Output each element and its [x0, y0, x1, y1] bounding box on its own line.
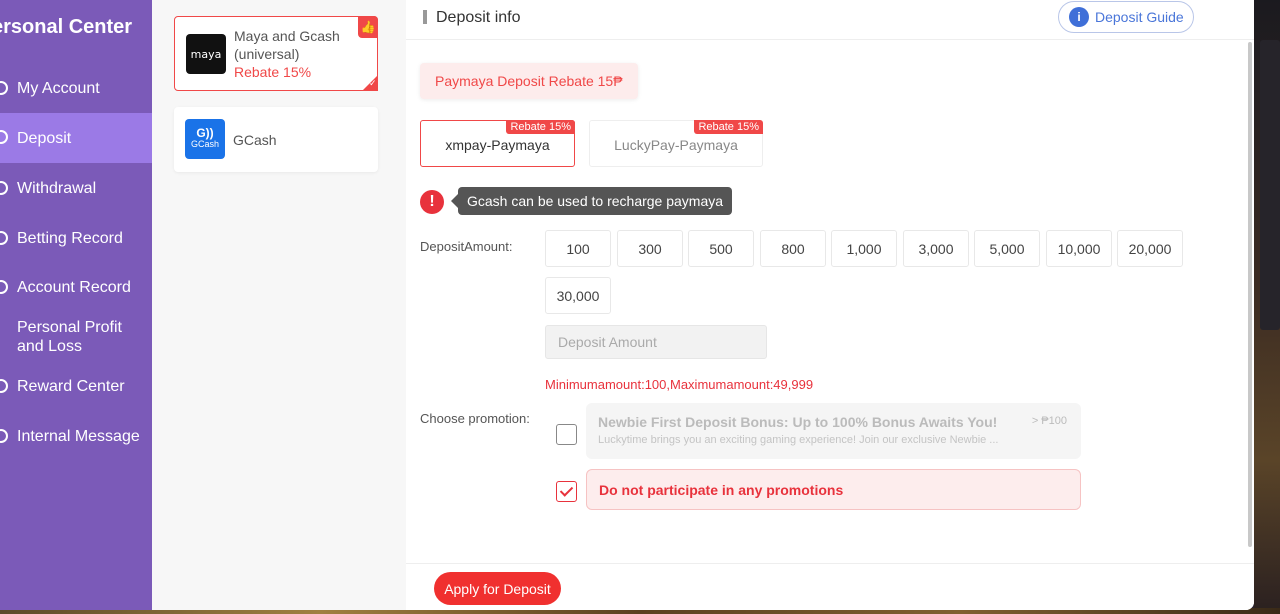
sidebar-item-label: My Account	[17, 79, 100, 97]
choose-promotion-label: Choose promotion:	[420, 411, 530, 426]
betting-icon	[0, 231, 8, 245]
sidebar-item-withdrawal[interactable]: Withdrawal	[0, 178, 152, 198]
gcash-g-icon: G))	[196, 126, 214, 140]
selected-check-icon: ✓	[362, 75, 378, 91]
sidebar-item-my-account[interactable]: My Account	[0, 78, 152, 98]
sidebar-item-profit-loss[interactable]: Personal Profit and Loss	[0, 318, 152, 358]
pay-option-xmpay[interactable]: xmpay-Paymaya Rebate 15%	[420, 120, 575, 167]
sidebar-item-label: Betting Record	[17, 229, 123, 247]
apply-deposit-button[interactable]: Apply for Deposit	[434, 572, 561, 605]
deposit-guide-button[interactable]: i Deposit Guide	[1058, 1, 1194, 33]
section-header: Deposit info i Deposit Guide	[406, 0, 1254, 40]
sidebar-item-label: Personal Profit and Loss	[17, 319, 122, 355]
amount-option[interactable]: 30,000	[545, 277, 611, 314]
amount-option[interactable]: 20,000	[1117, 230, 1183, 267]
warning-tooltip: Gcash can be used to recharge paymaya	[450, 187, 733, 215]
pay-option-luckypay[interactable]: LuckyPay-Paymaya Rebate 15%	[589, 120, 763, 167]
message-icon	[0, 429, 8, 443]
promotion-none-checkbox[interactable]	[556, 481, 577, 502]
amount-option[interactable]: 800	[760, 230, 826, 267]
header-accent-bar	[423, 10, 427, 24]
amount-option[interactable]: 3,000	[903, 230, 969, 267]
pay-option-label: xmpay-Paymaya	[445, 136, 550, 153]
sidebar-item-label: Internal Message	[17, 427, 140, 445]
amount-option[interactable]: 300	[617, 230, 683, 267]
promotion-value: > ₱100	[1031, 415, 1067, 427]
channel-maya-gcash[interactable]: maya Maya and Gcash (universal) Rebate 1…	[174, 16, 378, 91]
background-scroll-strip	[1260, 40, 1280, 330]
sidebar-item-label: Reward Center	[17, 377, 125, 395]
deposit-amount-input[interactable]	[545, 325, 767, 359]
warning-icon: !	[420, 190, 444, 214]
rebate-tag: Rebate 15%	[694, 120, 763, 134]
deposit-panel: Deposit info i Deposit Guide Paymaya Dep…	[406, 0, 1254, 610]
channel-rebate: Rebate 15%	[234, 64, 312, 80]
promotion-newbie-card[interactable]: Newbie First Deposit Bonus: Up to 100% B…	[586, 403, 1081, 459]
rebate-banner: Paymaya Deposit Rebate 15₱	[420, 63, 638, 99]
sidebar-item-reward-center[interactable]: Reward Center	[0, 376, 152, 396]
deposit-guide-label: Deposit Guide	[1095, 9, 1184, 25]
sidebar-item-label: Deposit	[17, 130, 72, 147]
deposit-amount-label: DepositAmount:	[420, 239, 513, 254]
promotion-title: Do not participate in any promotions	[599, 482, 844, 498]
maya-logo: maya	[186, 34, 226, 74]
sidebar-item-deposit[interactable]: Deposit	[0, 113, 152, 163]
deposit-icon	[0, 130, 8, 144]
amount-option[interactable]: 1,000	[831, 230, 897, 267]
sidebar: ersonal Center My Account Deposit Withdr…	[0, 0, 152, 610]
rebate-tag: Rebate 15%	[506, 120, 575, 134]
sidebar-title: ersonal Center	[0, 16, 133, 38]
panel-footer: Apply for Deposit	[406, 563, 1254, 610]
amount-option[interactable]: 100	[545, 230, 611, 267]
promotion-none-card[interactable]: Do not participate in any promotions	[586, 469, 1081, 510]
promotion-description: Luckytime brings you an exciting gaming …	[598, 434, 999, 446]
channel-list: maya Maya and Gcash (universal) Rebate 1…	[152, 0, 406, 610]
gcash-logo-text: GCash	[190, 139, 219, 149]
sidebar-item-account-record[interactable]: Account Record	[0, 277, 152, 297]
reward-icon	[0, 379, 8, 393]
panel-scrollbar[interactable]	[1248, 42, 1252, 547]
background-edge	[1254, 0, 1280, 614]
sidebar-item-label: Account Record	[17, 278, 131, 296]
sidebar-item-betting-record[interactable]: Betting Record	[0, 228, 152, 248]
promotion-title: Newbie First Deposit Bonus: Up to 100% B…	[598, 414, 998, 430]
channel-name: GCash	[233, 132, 277, 148]
record-icon	[0, 280, 8, 294]
promotion-newbie-checkbox[interactable]	[556, 424, 577, 445]
pay-option-label: LuckyPay-Paymaya	[614, 136, 738, 153]
withdrawal-icon	[0, 181, 8, 195]
amount-option[interactable]: 5,000	[974, 230, 1040, 267]
channel-name: Maya and Gcash (universal)	[234, 28, 340, 62]
amount-option[interactable]: 500	[688, 230, 754, 267]
amount-option[interactable]: 10,000	[1046, 230, 1112, 267]
thumbs-up-icon: 👍	[358, 16, 378, 38]
sidebar-item-label: Withdrawal	[17, 179, 97, 197]
amount-limits: Minimumamount:100,Maximumamount:49,999	[545, 377, 814, 392]
channel-gcash[interactable]: G)) GCash GCash	[174, 107, 378, 172]
account-icon	[0, 81, 8, 95]
gcash-logo: G)) GCash	[185, 119, 225, 159]
info-icon: i	[1069, 7, 1089, 27]
section-title: Deposit info	[436, 9, 521, 26]
sidebar-item-internal-message[interactable]: Internal Message	[0, 426, 152, 446]
